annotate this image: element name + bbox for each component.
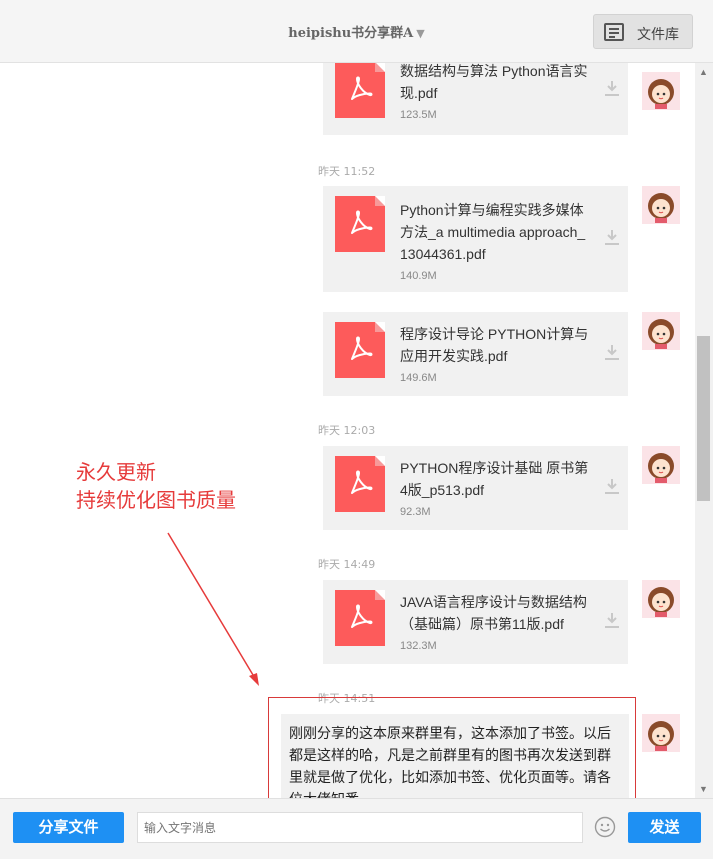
download-icon[interactable] bbox=[603, 343, 621, 361]
file-name[interactable]: JAVA语言程序设计与数据结构 （基础篇）原书第11版.pdf bbox=[400, 591, 592, 635]
emoji-icon[interactable] bbox=[594, 816, 616, 838]
scroll-up-icon[interactable]: ▲ bbox=[699, 67, 708, 77]
avatar[interactable] bbox=[642, 72, 680, 110]
pdf-icon bbox=[335, 196, 385, 252]
file-message[interactable]: 数据结构与算法 Python语言实 现.pdf 123.5M bbox=[323, 63, 628, 135]
annotation-line-2: 持续优化图书质量 bbox=[76, 490, 236, 512]
scrollbar[interactable]: ▲ ▼ bbox=[695, 63, 713, 798]
file-message[interactable]: JAVA语言程序设计与数据结构 （基础篇）原书第11版.pdf 132.3M bbox=[323, 580, 628, 664]
file-name[interactable]: 数据结构与算法 Python语言实 现.pdf bbox=[400, 63, 592, 104]
timestamp: 昨天 11:52 bbox=[318, 165, 376, 178]
chat-area[interactable]: 数据结构与算法 Python语言实 现.pdf 123.5M 昨天 11:52 P… bbox=[0, 63, 695, 798]
annotation-line-1: 永久更新 bbox=[76, 462, 156, 484]
download-icon[interactable] bbox=[603, 611, 621, 629]
file-message[interactable]: Python计算与编程实践多媒体 方法_a multimedia approach… bbox=[323, 186, 628, 292]
download-icon[interactable] bbox=[603, 228, 621, 246]
file-name[interactable]: Python计算与编程实践多媒体 方法_a multimedia approach… bbox=[400, 199, 592, 265]
file-size: 140.9M bbox=[400, 270, 437, 282]
file-size: 123.5M bbox=[400, 109, 437, 121]
file-size: 149.6M bbox=[400, 372, 437, 384]
file-name[interactable]: PYTHON程序设计基础 原书第 4版_p513.pdf bbox=[400, 457, 592, 501]
share-file-button[interactable]: 分享文件 bbox=[13, 812, 124, 843]
pdf-icon bbox=[335, 456, 385, 512]
chat-header: heipishu书分享群A ▼ 文件库 bbox=[0, 0, 713, 63]
avatar[interactable] bbox=[642, 446, 680, 484]
avatar[interactable] bbox=[642, 186, 680, 224]
group-name[interactable]: heipishu书分享群A bbox=[288, 26, 413, 41]
scrollbar-thumb[interactable] bbox=[697, 336, 710, 501]
avatar[interactable] bbox=[642, 312, 680, 350]
timestamp: 昨天 14:49 bbox=[318, 558, 376, 571]
file-size: 132.3M bbox=[400, 640, 437, 652]
message-input[interactable] bbox=[137, 812, 583, 843]
scroll-down-icon[interactable]: ▼ bbox=[699, 784, 708, 794]
chat-footer: 分享文件 发送 bbox=[0, 798, 713, 859]
pdf-icon bbox=[335, 63, 385, 118]
timestamp: 昨天 12:03 bbox=[318, 424, 376, 437]
avatar[interactable] bbox=[642, 580, 680, 618]
annotation-arrow bbox=[167, 532, 259, 686]
annotation-highlight-box bbox=[268, 697, 636, 798]
send-button[interactable]: 发送 bbox=[628, 812, 701, 843]
dropdown-arrow-icon[interactable]: ▼ bbox=[416, 27, 424, 40]
avatar[interactable] bbox=[642, 714, 680, 752]
pdf-icon bbox=[335, 322, 385, 378]
pdf-icon bbox=[335, 590, 385, 646]
library-icon bbox=[604, 23, 624, 41]
file-size: 92.3M bbox=[400, 506, 431, 518]
file-library-button[interactable]: 文件库 bbox=[593, 14, 693, 49]
file-message[interactable]: 程序设计导论 PYTHON计算与 应用开发实践.pdf 149.6M bbox=[323, 312, 628, 396]
file-message[interactable]: PYTHON程序设计基础 原书第 4版_p513.pdf 92.3M bbox=[323, 446, 628, 530]
download-icon[interactable] bbox=[603, 79, 621, 97]
file-name[interactable]: 程序设计导论 PYTHON计算与 应用开发实践.pdf bbox=[400, 323, 592, 367]
file-library-label: 文件库 bbox=[637, 26, 679, 42]
download-icon[interactable] bbox=[603, 477, 621, 495]
